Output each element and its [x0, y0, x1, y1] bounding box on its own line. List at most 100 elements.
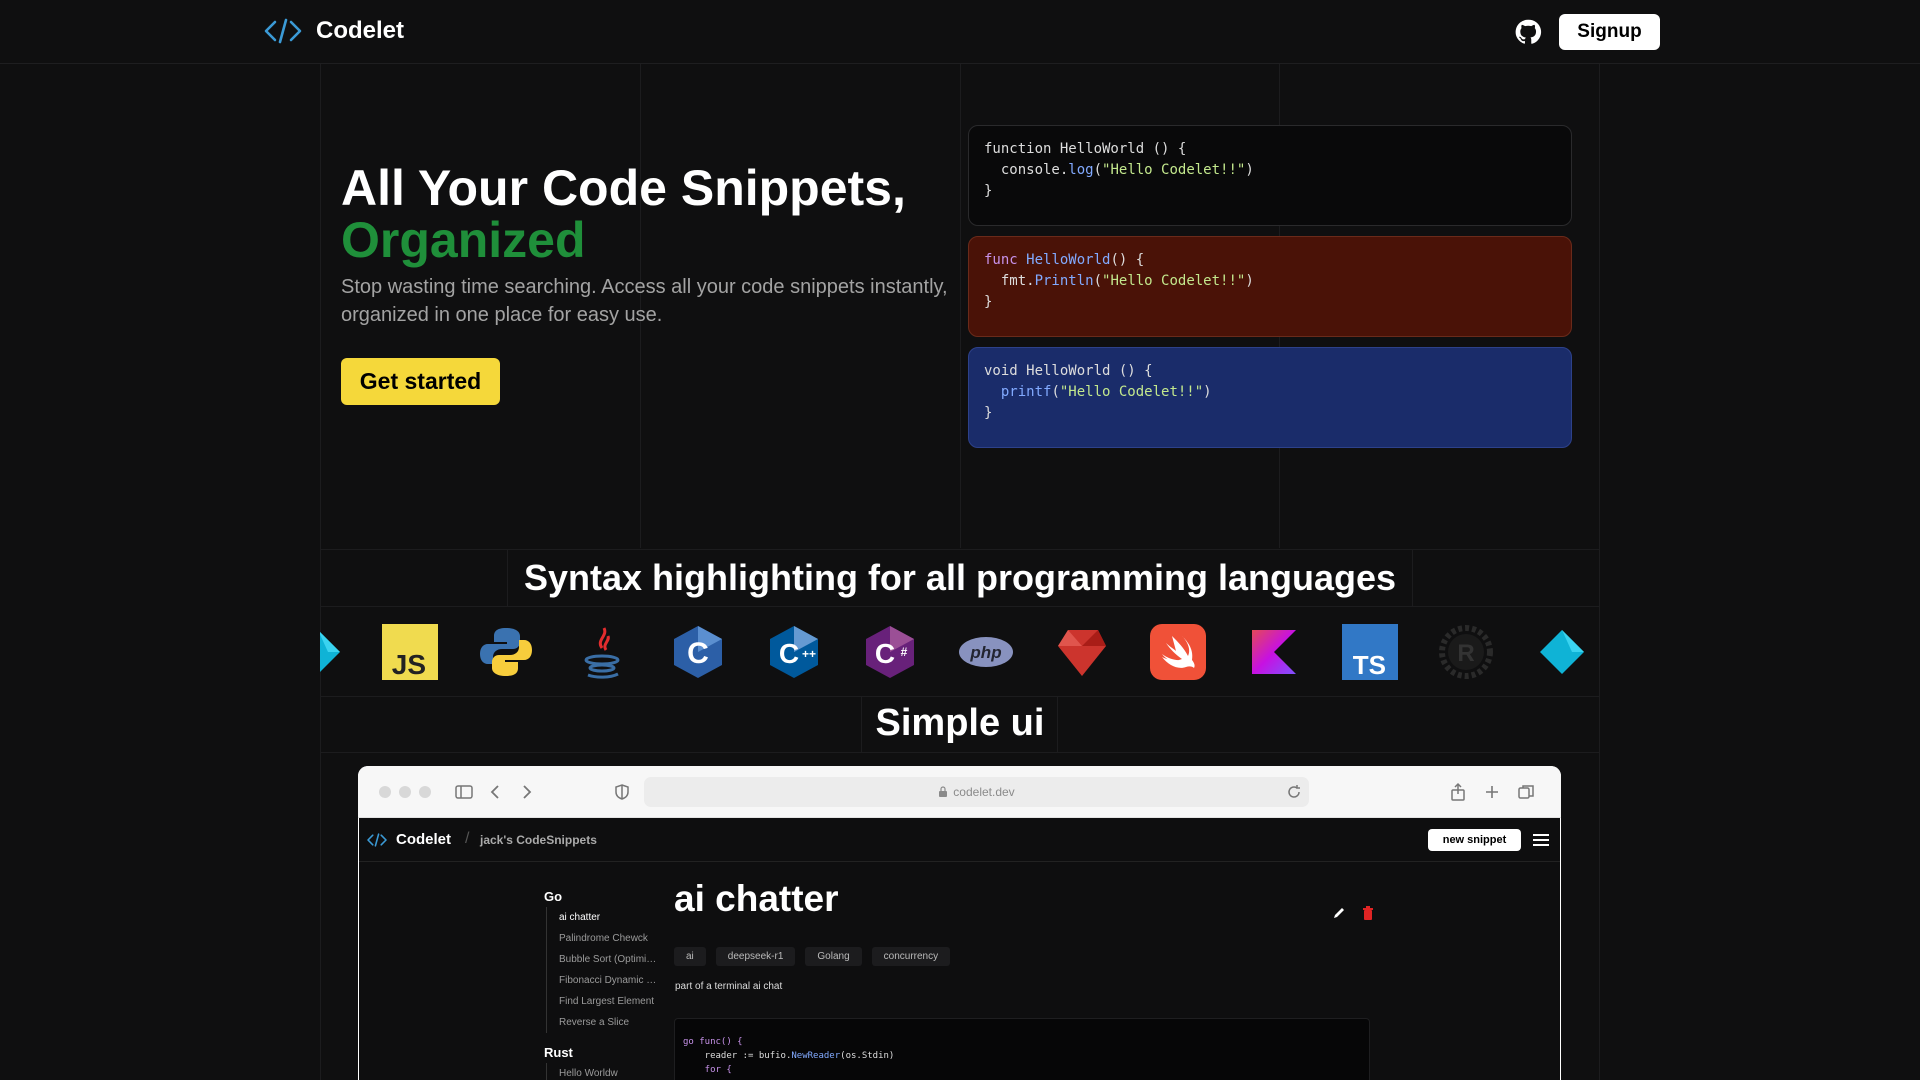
grid-line [320, 549, 1599, 550]
simple-ui-section-title: Simple ui [875, 702, 1045, 744]
swift-icon [1150, 624, 1206, 680]
hamburger-menu-icon[interactable] [1532, 832, 1550, 848]
code-token: Println [1034, 273, 1094, 289]
sidebar-list-rust: Hello Worldw [546, 1063, 659, 1080]
window-minimize-dot[interactable] [399, 786, 411, 798]
sidebar-group-go[interactable]: Go [544, 889, 562, 904]
svg-text:C: C [875, 638, 895, 669]
browser-toolbar: codelet.dev [358, 766, 1561, 818]
code-token: "Hello Codelet!!" [1102, 162, 1246, 178]
new-snippet-button[interactable]: new snippet [1428, 829, 1521, 851]
grid-line [320, 752, 1599, 753]
code-line: } [984, 183, 993, 199]
grid-line [320, 696, 1599, 697]
typescript-icon: TS [1342, 624, 1398, 680]
app-header: Codelet / jack's CodeSnippets new snippe… [359, 818, 1560, 862]
code-token: ) [1245, 162, 1254, 178]
code-token: HelloWorld [1026, 252, 1111, 268]
code-card-go: func HelloWorld() { fmt.Println("Hello C… [968, 236, 1572, 337]
code-token: "Hello Codelet!!" [1059, 384, 1204, 400]
svg-text:R: R [1457, 640, 1474, 667]
pencil-icon[interactable] [1332, 906, 1346, 920]
reload-icon[interactable] [1283, 781, 1305, 803]
tag[interactable]: ai [674, 947, 706, 966]
snippet-title: ai chatter [674, 878, 839, 919]
breadcrumb-separator: / [465, 830, 470, 847]
share-icon[interactable] [1447, 781, 1469, 803]
sidebar-item[interactable]: Hello Worldw [559, 1063, 659, 1080]
breadcrumb[interactable]: jack's CodeSnippets [480, 833, 597, 847]
app-brand-name[interactable]: Codelet [396, 831, 451, 848]
get-started-button[interactable]: Get started [341, 358, 500, 405]
address-bar[interactable]: codelet.dev [644, 777, 1309, 807]
javascript-icon: JS [382, 624, 438, 680]
snippet-description: part of a terminal ai chat [675, 981, 783, 992]
c-icon: C [674, 626, 722, 678]
grid-line [320, 606, 1599, 607]
code-card-c: void HelloWorld () { printf("Hello Codel… [968, 347, 1572, 448]
code-brackets-icon [367, 833, 387, 847]
code-token: ( [1051, 384, 1060, 400]
code-brackets-icon [264, 18, 302, 44]
sidebar-item[interactable]: Palindrome Chewck [559, 928, 659, 949]
url-text: codelet.dev [953, 785, 1015, 799]
new-tab-icon[interactable] [1481, 781, 1503, 803]
svg-text:JS: JS [392, 649, 426, 680]
code-token: NewReader [791, 1051, 841, 1061]
code-line: function HelloWorld () { [984, 141, 1187, 157]
code-line: for { [683, 1065, 732, 1075]
sidebar-item[interactable]: ai chatter [559, 907, 659, 928]
trash-icon[interactable] [1362, 906, 1374, 920]
shield-icon[interactable] [611, 781, 633, 803]
python-icon [480, 628, 532, 676]
code-card-javascript: function HelloWorld () { console.log("He… [968, 125, 1572, 226]
browser-mockup: codelet.dev Codelet / jack's CodeSnippet… [358, 766, 1561, 1080]
code-token: printf [1000, 384, 1052, 400]
hero-title: All Your Code Snippets, [341, 160, 906, 216]
sidebar-item[interactable]: Reverse a Slice [559, 1012, 659, 1033]
code-token: ( [1093, 162, 1103, 178]
php-icon: php [959, 637, 1013, 667]
sidebar-list-go: ai chatter Palindrome Chewck Bubble Sort… [546, 907, 659, 1033]
code-token: (os.Stdin) [840, 1051, 895, 1061]
java-icon [584, 627, 620, 679]
code-token: reader := bufio. [683, 1051, 792, 1061]
code-line: void HelloWorld () { [984, 363, 1153, 379]
tabs-overview-icon[interactable] [1515, 781, 1537, 803]
ruby-icon [1058, 630, 1106, 676]
window-close-dot[interactable] [379, 786, 391, 798]
code-token: log [1068, 162, 1094, 178]
code-line: } [984, 405, 993, 421]
code-token: "Hello Codelet!!" [1102, 273, 1246, 289]
sidebar-item[interactable]: Find Largest Element [559, 991, 659, 1012]
tag[interactable]: deepseek-r1 [715, 947, 796, 966]
tag[interactable]: Golang [805, 947, 862, 966]
signup-button[interactable]: Signup [1559, 14, 1660, 50]
sidebar-item[interactable]: Fibonacci Dynamic Programming [559, 970, 659, 991]
sidebar-group-rust[interactable]: Rust [544, 1045, 573, 1060]
tag[interactable]: concurrency [871, 947, 951, 966]
back-icon[interactable] [485, 781, 507, 803]
svg-text:TS: TS [1353, 650, 1386, 680]
sidebar-toggle-icon[interactable] [453, 781, 475, 803]
kotlin-icon [1252, 630, 1296, 674]
rust-icon: R [1439, 625, 1493, 679]
sidebar-item[interactable]: Bubble Sort (Optimized) [559, 949, 659, 970]
svg-text:C: C [687, 637, 709, 670]
language-icon-strip: JS C C ++ C # php TS R [320, 612, 1599, 692]
brand[interactable]: Codelet [262, 14, 404, 48]
window-maximize-dot[interactable] [419, 786, 431, 798]
forward-icon[interactable] [515, 781, 537, 803]
brand-name: Codelet [316, 17, 405, 44]
dart-icon [1540, 630, 1584, 674]
github-icon[interactable] [1514, 18, 1542, 46]
hero-subtitle: Stop wasting time searching. Access all … [341, 276, 948, 326]
code-token: func [984, 252, 1027, 268]
svg-text:++: ++ [802, 647, 816, 661]
svg-text:C: C [779, 638, 799, 669]
code-token: () { [1110, 252, 1145, 268]
codelet-app-preview: Codelet / jack's CodeSnippets new snippe… [359, 818, 1560, 1080]
code-token: ) [1203, 384, 1212, 400]
code-token: console. [984, 162, 1069, 178]
